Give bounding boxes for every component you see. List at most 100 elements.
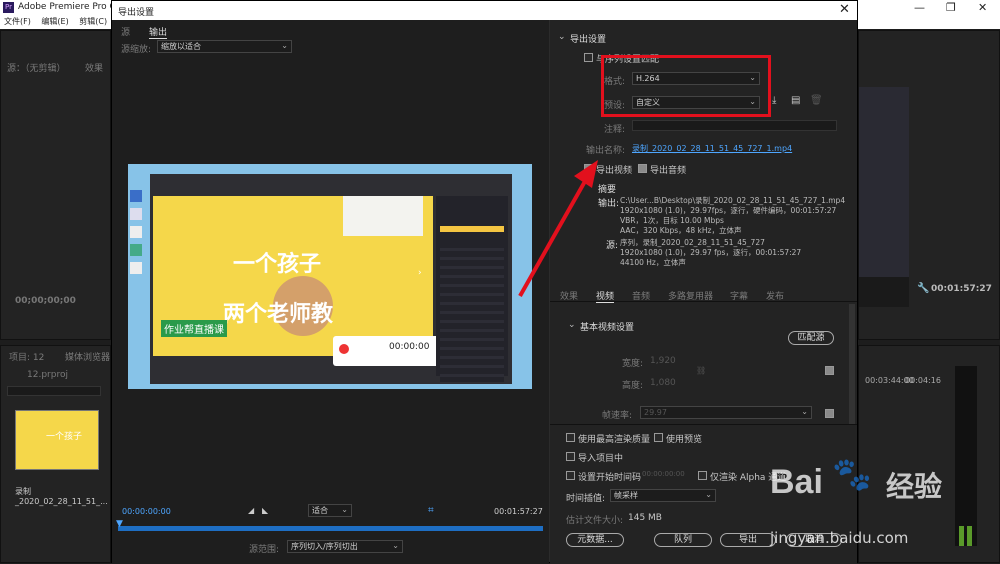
project-tab[interactable]: 项目: 12 — [9, 350, 44, 363]
queue-button[interactable]: 队列 — [654, 533, 712, 547]
export-video-checkbox[interactable] — [584, 164, 593, 173]
dialog-title: 导出设置 — [118, 8, 155, 18]
use-preview-label: 使用预览 — [666, 435, 703, 445]
summary-output-line: 1920x1080 (1.0)，29.97fps，逐行，硬件编码，00:01:5… — [620, 206, 837, 215]
close-app-icon[interactable]: ✕ — [978, 1, 987, 14]
dialog-title-bar: 导出设置 ✕ — [112, 1, 857, 20]
use-preview-checkbox[interactable] — [654, 433, 663, 442]
mark-in-icon[interactable]: ◢ — [248, 506, 254, 515]
media-browser-tab[interactable]: 媒体浏览器 — [65, 350, 110, 363]
mark-out-icon[interactable]: ◣ — [262, 506, 268, 515]
match-source-button[interactable]: 匹配源 — [788, 331, 834, 345]
summary-source-line: 1920x1080 (1.0)，29.97 fps，逐行，00:01:57:27 — [620, 248, 802, 257]
export-audio-checkbox[interactable] — [638, 164, 647, 173]
recorder-widget: 00:00:00 — [333, 336, 453, 366]
framerate-checkbox[interactable] — [825, 409, 834, 418]
preview-headline-1: 一个孩子 — [233, 252, 322, 277]
import-preset-icon[interactable]: ▤ — [791, 95, 800, 106]
export-audio-label: 导出音频 — [650, 166, 687, 176]
import-project-checkbox[interactable] — [566, 452, 575, 461]
summary-output: C:\User...B\Desktop\录制_2020_02_28_11_51_… — [620, 196, 856, 236]
max-render-checkbox[interactable] — [566, 433, 575, 442]
source-range-select[interactable]: 序列切入/序列切出 — [287, 540, 403, 553]
project-search-input[interactable] — [7, 386, 101, 396]
source-scale-label: 源缩放: — [121, 45, 152, 55]
tab-multiplexer[interactable]: 多路复用器 — [668, 289, 713, 302]
output-name-link[interactable]: 录制_2020_02_28_11_51_45_727_1.mp4 — [632, 143, 792, 154]
clip-name: 录制_2020_02_28_11_51_... — [15, 487, 108, 506]
filesize-label: 估计文件大小: — [566, 516, 624, 526]
tab-source[interactable]: 源 — [121, 25, 130, 38]
framerate-select[interactable]: 29.97 — [640, 406, 812, 419]
source-tab[interactable]: 源：（无剪辑） — [7, 61, 66, 74]
filesize-value: 145 MB — [628, 513, 662, 523]
desktop-icons — [130, 184, 146, 324]
interpolation-label: 时间插值: — [566, 494, 606, 504]
clip-thumb-text: 一个孩子 — [46, 432, 83, 442]
timeline-range-bar[interactable] — [118, 526, 543, 531]
program-preview — [859, 87, 909, 307]
export-settings-chevron-icon[interactable]: ⌄ — [558, 32, 566, 42]
maximize-icon[interactable]: ❐ — [946, 1, 956, 14]
export-settings-header: 导出设置 — [570, 35, 607, 45]
link-aspect-icon[interactable]: ⛓ — [696, 366, 706, 375]
menu-file[interactable]: 文件(F) — [4, 17, 31, 26]
height-value[interactable]: 1,080 — [650, 378, 676, 388]
wrench-icon[interactable]: 🔧 — [917, 283, 929, 294]
baidu-watermark: Bai 🐾 经验 jingyan.baidu.com — [770, 455, 1000, 563]
width-height-checkbox[interactable] — [825, 366, 834, 375]
tab-audio[interactable]: 音频 — [632, 289, 650, 302]
preview-headline-2: 两个老师教 — [223, 302, 334, 327]
source-scale-select[interactable]: 缩放以适合 — [157, 40, 292, 53]
delete-preset-icon[interactable]: 🗑 — [810, 95, 823, 106]
tab-output[interactable]: 输出 — [149, 25, 168, 39]
tab-effects[interactable]: 效果 — [560, 289, 578, 302]
fit-select[interactable]: 适合 — [308, 504, 352, 517]
playhead-icon[interactable]: ▼ — [116, 519, 123, 529]
match-sequence-checkbox[interactable] — [584, 53, 593, 62]
clip-thumbnail[interactable]: 一个孩子 — [15, 410, 99, 470]
source-monitor-panel: 源：（无剪辑） 效果 00;00;00;00 — [0, 30, 111, 340]
width-value[interactable]: 1,920 — [650, 356, 676, 366]
summary-output-line: AAC，320 Kbps，48 kHz，立体声 — [620, 226, 742, 235]
dialog-close-icon[interactable]: ✕ — [839, 2, 850, 17]
summary-source: 序列，录制_2020_02_28_11_51_45_727 1920x1080 … — [620, 238, 856, 268]
effects-tab[interactable]: 效果 — [85, 61, 103, 74]
settings-tabs: 效果 视频 音频 多路复用器 字幕 发布 — [550, 284, 857, 303]
metadata-button[interactable]: 元数据... — [566, 533, 624, 547]
start-timecode-checkbox[interactable] — [566, 471, 575, 480]
summary-header: 摘要 — [598, 185, 617, 195]
comment-input[interactable] — [632, 120, 837, 131]
record-icon — [339, 344, 349, 354]
highlight-box — [601, 55, 771, 117]
tab-publish[interactable]: 发布 — [766, 289, 784, 302]
summary-output-line: VBR，1次，目标 10.00 Mbps — [620, 216, 724, 225]
start-timecode-value[interactable]: 00:00:00:00 — [642, 470, 685, 478]
summary-source-line: 44100 Hz，立体声 — [620, 258, 686, 267]
menu-edit[interactable]: 编辑(E) — [41, 17, 68, 26]
settings-scrollbar[interactable] — [849, 304, 855, 424]
program-monitor-panel: 00:01:57:27 🔧 — [858, 30, 1000, 340]
teacher-area — [343, 196, 423, 236]
tab-captions[interactable]: 字幕 — [730, 289, 748, 302]
crop-icon[interactable]: ⌗ — [428, 505, 434, 516]
watermark-brand: Bai — [770, 463, 823, 501]
summary-output-line: C:\User...B\Desktop\录制_2020_02_28_11_51_… — [620, 196, 846, 205]
save-preset-icon[interactable]: ⤓ — [772, 95, 776, 106]
schedule-button — [440, 226, 504, 232]
start-timecode-label: 设置开始时间码 — [578, 473, 642, 483]
framerate-label: 帧速率: — [602, 411, 633, 421]
output-preview-video: 一个孩子 两个老师教 作业帮直播课 00:00:00 › — [128, 164, 532, 389]
tab-video[interactable]: 视频 — [596, 289, 615, 303]
brand-badge: 作业帮直播课 — [161, 320, 227, 337]
height-label: 高度: — [622, 381, 644, 391]
minimize-icon[interactable]: — — [914, 1, 925, 14]
interpolation-select[interactable]: 帧采样 — [610, 489, 716, 502]
basic-video-chevron-icon[interactable]: ⌄ — [568, 320, 576, 330]
summary-source-line: 序列，录制_2020_02_28_11_51_45_727 — [620, 238, 765, 247]
video-frame: 一个孩子 两个老师教 作业帮直播课 00:00:00 — [153, 196, 453, 366]
export-button[interactable]: 导出 — [720, 533, 776, 547]
premiere-logo-icon: Pr — [3, 2, 14, 13]
alpha-only-checkbox[interactable] — [698, 471, 707, 480]
menu-clip[interactable]: 剪辑(C) — [79, 17, 107, 26]
